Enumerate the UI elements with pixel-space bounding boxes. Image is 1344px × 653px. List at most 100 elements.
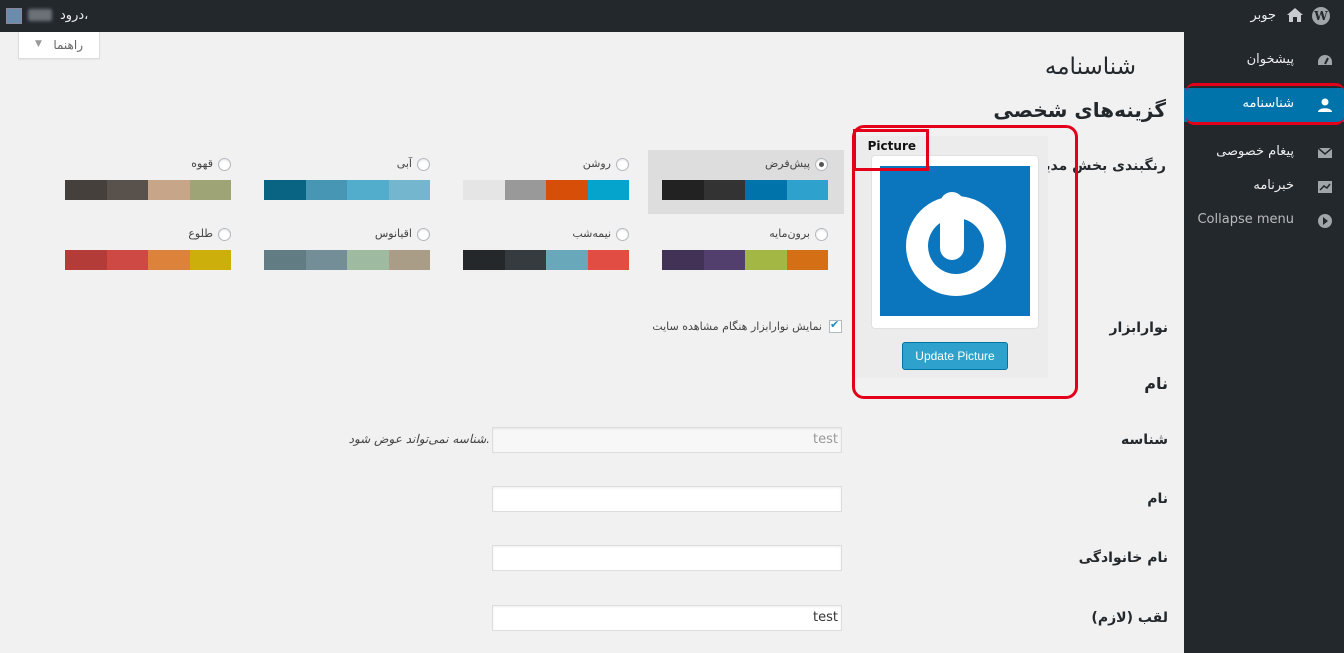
color-swatch (504, 250, 546, 270)
last-name-input[interactable] (492, 545, 842, 571)
color-scheme-name: نیمه‌شب (572, 227, 611, 240)
username-blurred[interactable] (28, 9, 52, 21)
color-scheme-option[interactable]: طلوع (51, 220, 247, 284)
username-input[interactable]: test (492, 427, 842, 453)
color-swatch (786, 250, 828, 270)
color-swatches (65, 250, 231, 270)
dashboard-icon (1318, 55, 1332, 65)
color-scheme-option[interactable]: قهوه (51, 150, 247, 214)
greeting-text[interactable]: درود، (60, 8, 88, 23)
color-swatch (587, 250, 629, 270)
color-scheme-radio[interactable] (417, 158, 430, 171)
color-swatch (703, 250, 745, 270)
nickname-input[interactable]: test (492, 605, 842, 631)
color-swatches (65, 180, 231, 200)
name-section-heading: نام (1144, 374, 1168, 393)
sidebar-item-newsletter[interactable]: خبرنامه (1184, 170, 1344, 204)
color-scheme-radio[interactable] (616, 158, 629, 171)
color-scheme-name: قهوه (191, 157, 213, 170)
color-scheme-radio[interactable] (616, 228, 629, 241)
collapse-menu-button[interactable]: Collapse menu (1184, 204, 1344, 238)
color-swatch (106, 250, 148, 270)
annotation-highlight-picture-title (853, 129, 929, 171)
username-label: شناسه (1121, 432, 1168, 448)
last-name-label: نام خانوادگی (1078, 550, 1168, 566)
sidebar-item-messages[interactable]: پیغام خصوصی (1184, 136, 1344, 170)
color-swatch (148, 180, 190, 200)
wordpress-logo-icon[interactable]: W (1312, 7, 1330, 25)
admin-sidebar: پیشخوان شناسنامه پیغام خصوصی خبرنامه Col… (1176, 32, 1344, 653)
color-swatch (703, 180, 745, 200)
user-avatar-mini[interactable] (6, 8, 22, 24)
section-title: گزینه‌های شخصی (993, 98, 1166, 122)
color-scheme-option[interactable]: آبی (250, 150, 446, 214)
color-swatch (189, 250, 231, 270)
color-scheme-option[interactable]: پیش‌فرض (648, 150, 844, 214)
color-scheme-radio[interactable] (218, 158, 231, 171)
username-note: شناسه نمی‌تواند عوض شود. (348, 432, 490, 446)
color-scheme-name: طلوع (188, 227, 213, 240)
color-scheme-option[interactable]: روشن (449, 150, 645, 214)
color-scheme-name: اقیانوس (374, 227, 412, 240)
first-name-label: نام (1147, 491, 1168, 507)
color-swatch (546, 250, 588, 270)
username-value: test (813, 432, 838, 447)
color-swatch (463, 180, 505, 200)
color-scheme-option[interactable]: اقیانوس (250, 220, 446, 284)
nickname-label: لقب (لازم) (1091, 610, 1168, 626)
color-swatches (662, 250, 828, 270)
sidebar-item-label: خبرنامه (1253, 178, 1294, 193)
color-swatch (587, 180, 629, 200)
color-swatches (662, 180, 828, 200)
color-scheme-radio[interactable] (218, 228, 231, 241)
color-swatch (106, 180, 148, 200)
color-swatch (388, 250, 430, 270)
color-swatch (463, 250, 505, 270)
toolbar-checkbox-label[interactable]: نمایش نوارابزار هنگام مشاهده سایت (652, 320, 822, 333)
color-scheme-radio[interactable] (815, 158, 828, 171)
color-swatch (745, 250, 787, 270)
color-swatch (347, 180, 389, 200)
color-swatches (264, 250, 430, 270)
first-name-input[interactable] (492, 486, 842, 512)
color-swatch (745, 180, 787, 200)
color-swatch (546, 180, 588, 200)
color-swatch (388, 180, 430, 200)
color-swatch (65, 180, 107, 200)
chevron-down-icon: ▼ (35, 39, 42, 49)
color-swatches (264, 180, 430, 200)
color-scheme-name: روشن (582, 157, 611, 170)
color-scheme-option[interactable]: نیمه‌شب (449, 220, 645, 284)
color-swatch (347, 250, 389, 270)
color-swatch (65, 250, 107, 270)
page-title: شناسنامه (1044, 54, 1136, 80)
color-scheme-name: پیش‌فرض (764, 157, 810, 170)
color-swatch (504, 180, 546, 200)
color-scheme-radio[interactable] (815, 228, 828, 241)
color-swatch (264, 250, 306, 270)
help-tab-button[interactable]: راهنما ▼ (18, 32, 100, 59)
color-swatch (786, 180, 828, 200)
color-swatch (264, 180, 306, 200)
color-swatch (662, 250, 704, 270)
annotation-highlight-menu (1186, 83, 1344, 125)
admin-bar: W جوبر درود، (0, 0, 1344, 32)
color-swatches (463, 180, 629, 200)
color-swatch (148, 250, 190, 270)
nickname-value: test (813, 610, 838, 625)
toolbar-label: نوارابزار (1109, 320, 1168, 336)
color-scheme-radio[interactable] (417, 228, 430, 241)
sidebar-item-dashboard[interactable]: پیشخوان (1184, 44, 1344, 78)
color-swatch (305, 180, 347, 200)
toolbar-checkbox[interactable] (829, 318, 842, 333)
color-scheme-name: آبی (396, 157, 412, 170)
collapse-icon (1318, 214, 1332, 228)
color-swatch (189, 180, 231, 200)
sidebar-item-label: پیغام خصوصی (1216, 144, 1294, 159)
site-name-link[interactable]: جوبر (1250, 8, 1276, 23)
sidebar-item-label: Collapse menu (1197, 212, 1294, 227)
color-swatch (305, 250, 347, 270)
home-icon[interactable] (1286, 6, 1304, 24)
color-swatches (463, 250, 629, 270)
color-scheme-option[interactable]: برون‌مایه (648, 220, 844, 284)
